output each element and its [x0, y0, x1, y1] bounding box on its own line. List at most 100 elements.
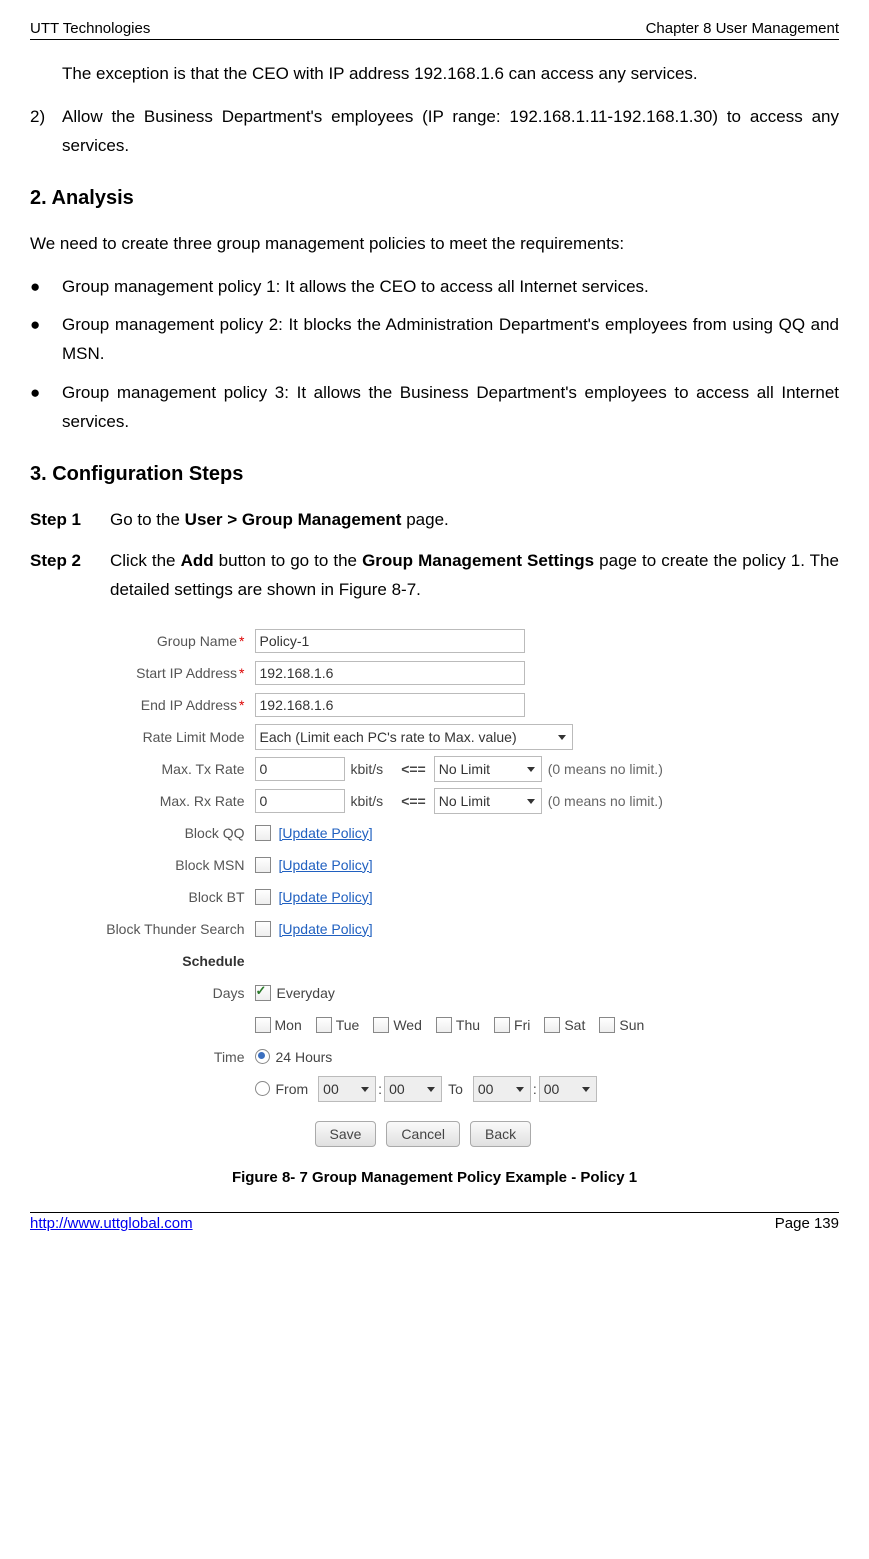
back-button[interactable]: Back [470, 1121, 531, 1147]
text: button to go to the [214, 551, 362, 570]
bullet-marker: ● [30, 311, 62, 369]
start-ip-input[interactable] [255, 661, 525, 685]
bullet-item: ● Group management policy 2: It blocks t… [30, 311, 839, 369]
chevron-down-icon [516, 1087, 524, 1092]
end-ip-input[interactable] [255, 693, 525, 717]
time-24h-radio[interactable] [255, 1049, 270, 1064]
kbits-label: kbit/s [351, 761, 384, 777]
update-policy-link[interactable]: [Update Policy] [279, 889, 373, 905]
list-marker: 2) [30, 103, 62, 161]
button-row: Save Cancel Back [315, 1121, 805, 1147]
chevron-down-icon [361, 1087, 369, 1092]
update-policy-link[interactable]: [Update Policy] [279, 921, 373, 937]
bullet-text: Group management policy 1: It allows the… [62, 273, 839, 302]
chevron-down-icon [582, 1087, 590, 1092]
arrow-label: <== [401, 761, 426, 777]
update-policy-link[interactable]: [Update Policy] [279, 825, 373, 841]
day-label: Fri [514, 1017, 530, 1033]
group-management-form: Group Name* Start IP Address* End IP Add… [65, 617, 805, 1159]
to-hour-select[interactable]: 00 [473, 1076, 531, 1102]
max-rx-input[interactable] [255, 789, 345, 813]
text-bold: User > Group Management [185, 510, 402, 529]
day-label: Tue [336, 1017, 360, 1033]
list-content: Allow the Business Department's employee… [62, 103, 839, 161]
bullet-text: Group management policy 2: It blocks the… [62, 311, 839, 369]
text: Go to the [110, 510, 185, 529]
save-button[interactable]: Save [315, 1121, 377, 1147]
label-group-name: Group Name* [65, 633, 255, 649]
day-thu-checkbox[interactable] [436, 1017, 452, 1033]
label-end-ip: End IP Address* [65, 697, 255, 713]
time-from-radio[interactable] [255, 1081, 270, 1096]
day-tue-checkbox[interactable] [316, 1017, 332, 1033]
to-min-select[interactable]: 00 [539, 1076, 597, 1102]
cancel-button[interactable]: Cancel [386, 1121, 460, 1147]
bullet-item: ● Group management policy 1: It allows t… [30, 273, 839, 302]
day-label: Mon [275, 1017, 302, 1033]
label-days: Days [65, 985, 255, 1001]
chevron-down-icon [527, 767, 535, 772]
page-footer: http://www.uttglobal.com Page 139 [30, 1212, 839, 1232]
page-header: UTT Technologies Chapter 8 User Manageme… [30, 20, 839, 40]
label-max-rx: Max. Rx Rate [65, 793, 255, 809]
chevron-down-icon [558, 735, 566, 740]
everyday-label: Everyday [277, 985, 335, 1001]
footer-link[interactable]: http://www.uttglobal.com [30, 1215, 193, 1232]
text: Click the [110, 551, 181, 570]
label-schedule: Schedule [65, 953, 255, 969]
rx-limit-select[interactable]: No Limit [434, 788, 542, 814]
time-from-label: From [276, 1081, 309, 1097]
step-label: Step 2 [30, 547, 110, 605]
everyday-checkbox[interactable] [255, 985, 271, 1001]
block-msn-checkbox[interactable] [255, 857, 271, 873]
section-steps-heading: 3. Configuration Steps [30, 463, 839, 486]
update-policy-link[interactable]: [Update Policy] [279, 857, 373, 873]
label-block-msn: Block MSN [65, 857, 255, 873]
group-name-input[interactable] [255, 629, 525, 653]
day-fri-checkbox[interactable] [494, 1017, 510, 1033]
chevron-down-icon [427, 1087, 435, 1092]
exception-paragraph: The exception is that the CEO with IP ad… [62, 60, 839, 89]
arrow-label: <== [401, 793, 426, 809]
day-wed-checkbox[interactable] [373, 1017, 389, 1033]
section-analysis-heading: 2. Analysis [30, 187, 839, 210]
label-time: Time [65, 1049, 255, 1065]
text: page. [401, 510, 448, 529]
label-block-thunder: Block Thunder Search [65, 921, 255, 937]
to-label: To [448, 1081, 463, 1097]
day-label: Wed [393, 1017, 422, 1033]
day-label: Sat [564, 1017, 585, 1033]
rate-mode-select[interactable]: Each (Limit each PC's rate to Max. value… [255, 724, 573, 750]
kbits-label: kbit/s [351, 793, 384, 809]
step-2: Step 2 Click the Add button to go to the… [30, 547, 839, 605]
page-number: Page 139 [775, 1215, 839, 1232]
bullet-marker: ● [30, 273, 62, 302]
day-label: Sun [619, 1017, 644, 1033]
label-block-bt: Block BT [65, 889, 255, 905]
day-sun-checkbox[interactable] [599, 1017, 615, 1033]
day-sat-checkbox[interactable] [544, 1017, 560, 1033]
step-content: Click the Add button to go to the Group … [110, 547, 839, 605]
analysis-intro: We need to create three group management… [30, 230, 839, 259]
step-1: Step 1 Go to the User > Group Management… [30, 506, 839, 535]
label-rate-mode: Rate Limit Mode [65, 729, 255, 745]
block-thunder-checkbox[interactable] [255, 921, 271, 937]
text-bold: Add [181, 551, 214, 570]
max-tx-input[interactable] [255, 757, 345, 781]
requirement-2: 2) Allow the Business Department's emplo… [30, 103, 839, 161]
time-24h-label: 24 Hours [276, 1049, 333, 1065]
text-bold: Group Management Settings [362, 551, 594, 570]
block-qq-checkbox[interactable] [255, 825, 271, 841]
label-max-tx: Max. Tx Rate [65, 761, 255, 777]
from-min-select[interactable]: 00 [384, 1076, 442, 1102]
bullet-item: ● Group management policy 3: It allows t… [30, 379, 839, 437]
from-hour-select[interactable]: 00 [318, 1076, 376, 1102]
days-group: Mon Tue Wed Thu Fri Sat Sun [255, 1017, 645, 1033]
step-content: Go to the User > Group Management page. [110, 506, 839, 535]
header-right: Chapter 8 User Management [646, 20, 839, 37]
header-left: UTT Technologies [30, 20, 150, 37]
block-bt-checkbox[interactable] [255, 889, 271, 905]
label-start-ip: Start IP Address* [65, 665, 255, 681]
day-mon-checkbox[interactable] [255, 1017, 271, 1033]
tx-limit-select[interactable]: No Limit [434, 756, 542, 782]
